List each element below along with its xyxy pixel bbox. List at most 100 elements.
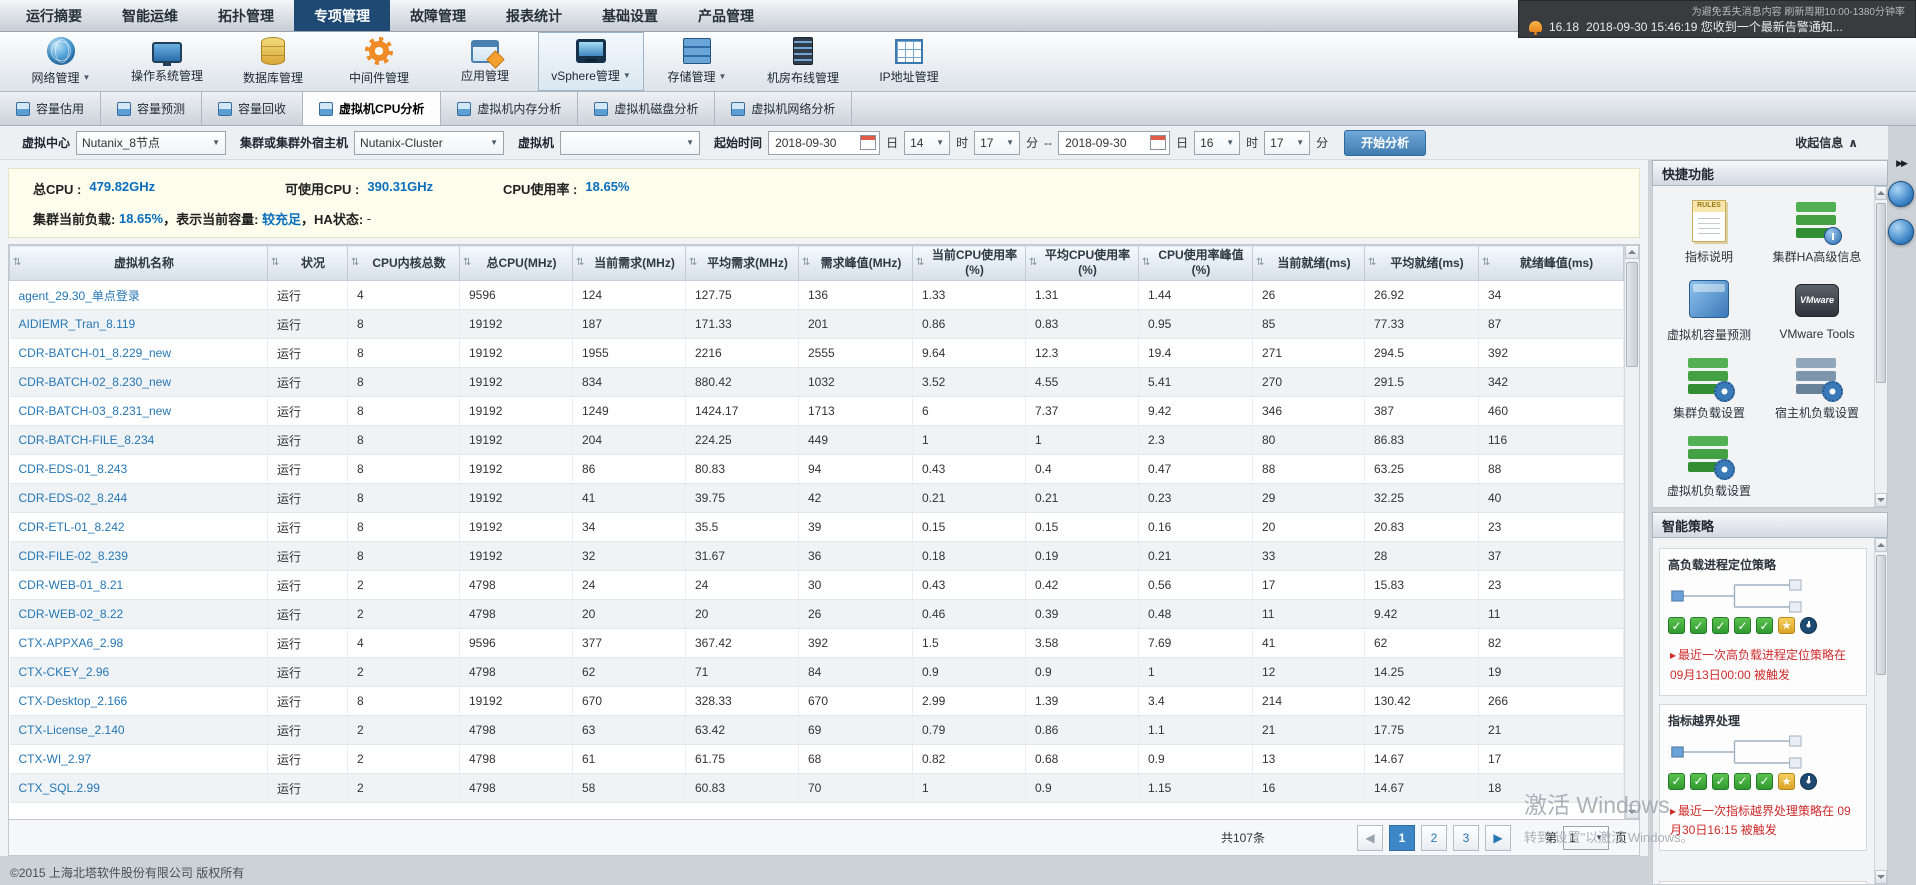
top-nav-tab-fault-mgmt[interactable]: 故障管理 xyxy=(390,0,486,31)
subtab-vm-network[interactable]: 虚拟机网络分析 xyxy=(715,92,853,125)
quick-panel-scrollbar[interactable] xyxy=(1874,186,1887,507)
capacity-status-link[interactable]: 较充足 xyxy=(262,209,301,228)
module-item-application[interactable]: 应用管理 xyxy=(432,32,538,91)
vm-name-link[interactable]: CDR-BATCH-03_8.231_new xyxy=(19,404,172,418)
clock-icon[interactable] xyxy=(1800,617,1817,634)
calendar-icon[interactable] xyxy=(860,135,877,150)
subtab-capacity-forecast[interactable]: 容量预测 xyxy=(101,92,203,125)
vm-name-link[interactable]: CTX_SQL.2.99 xyxy=(19,781,100,795)
top-nav-tab-product-mgmt[interactable]: 产品管理 xyxy=(678,0,774,31)
prev-page-button[interactable]: ◀ xyxy=(1356,824,1383,851)
column-header[interactable]: ⇅ 需求峰值(MHz) xyxy=(798,245,913,281)
subtab-vm-cpu[interactable]: 虚拟机CPU分析 xyxy=(303,92,442,125)
column-header[interactable]: ⇅ 当前CPU使用率 (%) xyxy=(912,245,1026,281)
strategy-panel-scrollbar[interactable] xyxy=(1874,538,1887,884)
quick-access-float-icon[interactable] xyxy=(1888,181,1914,207)
vm-name-link[interactable]: CDR-EDS-02_8.244 xyxy=(19,491,128,505)
scrollbar-thumb[interactable] xyxy=(1876,555,1886,675)
quick-item-rules[interactable]: RULES 指标说明 xyxy=(1655,194,1763,270)
vm-name-link[interactable]: agent_29.30_单点登录 xyxy=(19,289,140,303)
module-item-cabling[interactable]: 机房布线管理 xyxy=(750,32,856,91)
page-button-3[interactable]: 3 xyxy=(1452,824,1479,851)
page-number-select[interactable]: 1 ▼ xyxy=(1562,825,1609,850)
scroll-down-icon[interactable] xyxy=(1875,493,1887,507)
start-date-input[interactable]: 2018-09-30 xyxy=(768,130,881,155)
column-header[interactable]: ⇅ 当前需求(MHz) xyxy=(572,245,686,281)
end-hour-select[interactable]: 16 ▼ xyxy=(1194,130,1241,155)
vm-name-link[interactable]: CTX-APPXA6_2.98 xyxy=(19,636,124,650)
vm-name-link[interactable]: CDR-WEB-01_8.21 xyxy=(19,578,124,592)
column-header[interactable]: ⇅ CPU使用率峰值 (%) xyxy=(1138,245,1253,281)
page-button-1[interactable]: 1 xyxy=(1388,824,1415,851)
vm-name-link[interactable]: CTX-WI_2.97 xyxy=(19,752,92,766)
notification-message[interactable]: 2018-09-30 15:46:19 您收到一个最新告警通知... xyxy=(1586,18,1843,35)
subtab-vm-disk[interactable]: 虚拟机磁盘分析 xyxy=(578,92,716,125)
module-item-network[interactable]: 网络管理 ▼ xyxy=(8,32,114,91)
column-header[interactable]: ⇅ 虚拟机名称 xyxy=(9,245,268,281)
subtab-capacity-usage[interactable]: 容量估用 xyxy=(0,92,102,125)
top-nav-tab-special-mgmt[interactable]: 专项管理 xyxy=(294,0,390,31)
quick-item-vmware-tools[interactable]: VMware VMware Tools xyxy=(1763,272,1871,348)
end-date-input[interactable]: 2018-09-30 xyxy=(1058,130,1171,155)
scroll-up-icon[interactable] xyxy=(1875,186,1887,200)
table-scrollbar[interactable] xyxy=(1624,245,1639,819)
start-hour-select[interactable]: 14 ▼ xyxy=(904,130,951,155)
top-nav-tab-run-summary[interactable]: 运行摘要 xyxy=(6,0,102,31)
vm-name-link[interactable]: CDR-FILE-02_8.239 xyxy=(19,549,128,563)
top-nav-tab-intelligent-ops[interactable]: 智能运维 xyxy=(102,0,198,31)
column-header[interactable]: ⇅ 平均CPU使用率 (%) xyxy=(1025,245,1139,281)
top-nav-tab-basic-settings[interactable]: 基础设置 xyxy=(582,0,678,31)
vm-name-link[interactable]: CDR-ETL-01_8.242 xyxy=(19,520,125,534)
column-header[interactable]: ⇅ 平均就绪(ms) xyxy=(1364,245,1479,281)
column-header[interactable]: ⇅ 就绪峰值(ms) xyxy=(1478,245,1624,281)
subtab-capacity-recycle[interactable]: 容量回收 xyxy=(202,92,304,125)
vm-name-link[interactable]: CTX-CKEY_2.96 xyxy=(19,665,110,679)
start-minute-select[interactable]: 17 ▼ xyxy=(974,130,1021,155)
notification-toast[interactable]: 为避免丢失消息内容 刷新周期10:00-1380分钟率 16.18 2018-0… xyxy=(1518,0,1916,38)
module-item-vsphere[interactable]: vSphere管理 ▼ xyxy=(538,32,644,91)
scrollbar-thumb[interactable] xyxy=(1876,203,1886,383)
column-header[interactable]: ⇅ CPU内核总数 xyxy=(347,245,460,281)
vm-name-link[interactable]: CDR-BATCH-02_8.230_new xyxy=(19,375,172,389)
vm-name-link[interactable]: CTX-Desktop_2.166 xyxy=(19,694,128,708)
column-header[interactable]: ⇅ 平均需求(MHz) xyxy=(685,245,799,281)
quick-item-host-load[interactable]: 宿主机负载设置 xyxy=(1763,350,1871,426)
top-nav-tab-report-stats[interactable]: 报表统计 xyxy=(486,0,582,31)
column-header[interactable]: ⇅ 当前就绪(ms) xyxy=(1252,245,1365,281)
vcenter-select[interactable]: Nutanix_8节点 ▼ xyxy=(76,130,227,155)
scroll-down-icon[interactable] xyxy=(1875,870,1887,884)
column-header[interactable]: ⇅ 状况 xyxy=(267,245,348,281)
scroll-down-icon[interactable] xyxy=(1625,805,1639,819)
top-nav-tab-topology[interactable]: 拓扑管理 xyxy=(198,0,294,31)
collapse-panel-icon[interactable]: ▶▶ xyxy=(1896,158,1908,169)
cluster-select[interactable]: Nutanix-Cluster ▼ xyxy=(354,130,505,155)
module-item-ip[interactable]: IP地址管理 xyxy=(856,32,962,91)
vm-name-link[interactable]: CDR-BATCH-FILE_8.234 xyxy=(19,433,155,447)
scroll-up-icon[interactable] xyxy=(1875,538,1887,552)
vm-name-link[interactable]: CDR-WEB-02_8.22 xyxy=(19,607,124,621)
module-item-os[interactable]: 操作系统管理 xyxy=(114,32,220,91)
quick-item-ha-info[interactable]: 集群HA高级信息 xyxy=(1763,194,1871,270)
vm-name-link[interactable]: CDR-BATCH-01_8.229_new xyxy=(19,346,172,360)
module-item-storage[interactable]: 存储管理 ▼ xyxy=(644,32,750,91)
page-button-2[interactable]: 2 xyxy=(1420,824,1447,851)
quick-item-vm-capacity[interactable]: 虚拟机容量预测 xyxy=(1655,272,1763,348)
calendar-icon[interactable] xyxy=(1150,135,1167,150)
quick-item-cluster-load[interactable]: 集群负载设置 xyxy=(1655,350,1763,426)
subtab-vm-memory[interactable]: 虚拟机内存分析 xyxy=(441,92,579,125)
end-minute-select[interactable]: 17 ▼ xyxy=(1264,130,1311,155)
next-page-button[interactable]: ▶ xyxy=(1484,824,1511,851)
scroll-up-icon[interactable] xyxy=(1625,245,1639,259)
tools-float-icon[interactable] xyxy=(1888,219,1914,245)
clock-icon[interactable] xyxy=(1800,772,1817,790)
vm-name-link[interactable]: CTX-License_2.140 xyxy=(19,723,125,737)
start-analysis-button[interactable]: 开始分析 xyxy=(1344,129,1427,156)
quick-item-vm-load[interactable]: 虚拟机负载设置 xyxy=(1655,428,1763,504)
collapse-info-link[interactable]: 收起信息 ∧ xyxy=(1795,134,1858,151)
vm-name-link[interactable]: AIDIEMR_Tran_8.119 xyxy=(19,317,136,331)
module-item-database[interactable]: 数据库管理 xyxy=(220,32,326,91)
vm-select[interactable]: ▼ xyxy=(560,130,701,155)
module-item-middleware[interactable]: 中间件管理 xyxy=(326,32,432,91)
scrollbar-thumb[interactable] xyxy=(1626,262,1638,367)
vm-name-link[interactable]: CDR-EDS-01_8.243 xyxy=(19,462,128,476)
